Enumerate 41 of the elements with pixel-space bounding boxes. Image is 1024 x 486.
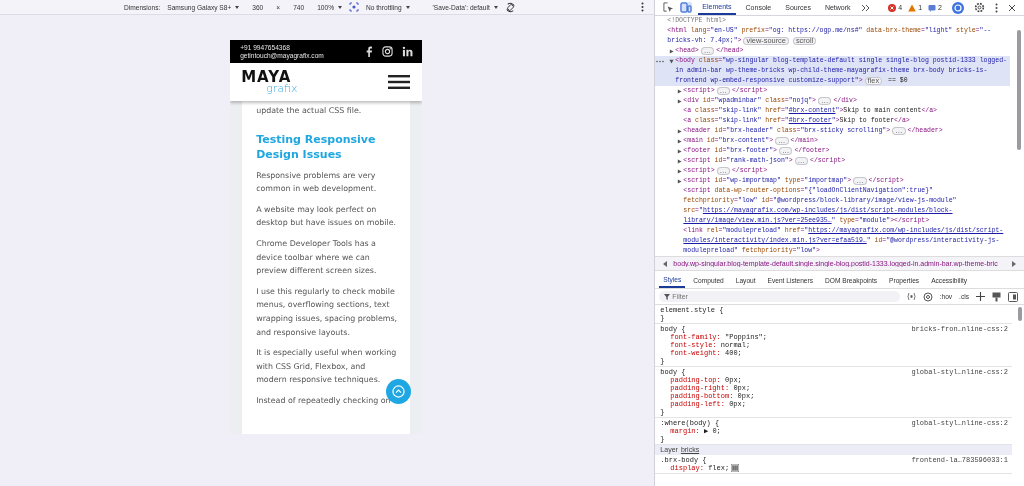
more-tabs-icon[interactable] [860, 3, 870, 12]
close-icon[interactable] [1008, 3, 1016, 12]
facebook-icon[interactable] [365, 46, 374, 57]
caret-icon [235, 5, 240, 9]
expand-triangle-icon[interactable] [677, 168, 683, 174]
article-heading: Testing Responsive Design Issues [256, 131, 377, 162]
logo-text[interactable]: MAYA [241, 70, 298, 85]
caret-icon [493, 5, 498, 9]
caret-icon [405, 5, 410, 9]
add-icon[interactable] [976, 292, 985, 301]
expand-triangle-icon[interactable] [669, 48, 675, 54]
instagram-icon[interactable] [382, 46, 394, 57]
rotate-icon[interactable] [504, 1, 516, 13]
menu-icon[interactable] [388, 75, 411, 89]
scroll-right-icon[interactable] [1011, 260, 1016, 267]
more-icon[interactable] [641, 2, 645, 12]
chevron-up-icon [392, 385, 406, 398]
screenshot-icon[interactable] [349, 2, 359, 12]
error-icon [888, 3, 897, 12]
expand-triangle-icon[interactable] [677, 148, 683, 154]
warning-icon [908, 3, 917, 12]
expand-triangle-icon[interactable] [677, 178, 683, 184]
caret-icon [338, 5, 342, 9]
avatar-icon[interactable] [952, 1, 964, 14]
flexbox-editor-icon[interactable] [731, 464, 740, 472]
inspect-icon[interactable] [663, 2, 675, 13]
scroll-left-icon[interactable] [663, 260, 669, 267]
filter-icon [664, 293, 671, 300]
message-icon [928, 3, 937, 12]
expand-triangle-icon[interactable] [677, 138, 683, 144]
expand-triangle-icon[interactable] [677, 158, 683, 164]
expand-triangle-icon[interactable] [677, 128, 683, 134]
expand-triangle-icon[interactable] [677, 98, 683, 104]
sidebar-icon[interactable] [1008, 291, 1018, 302]
brush-icon[interactable] [992, 291, 1001, 302]
expand-triangle-icon[interactable] [669, 58, 675, 64]
more-icon[interactable] [995, 2, 998, 13]
device-toolbar-icon[interactable] [680, 2, 693, 13]
settings-icon[interactable] [974, 2, 985, 13]
linkedin-icon[interactable] [402, 46, 414, 57]
expand-triangle-icon[interactable] [677, 88, 683, 94]
